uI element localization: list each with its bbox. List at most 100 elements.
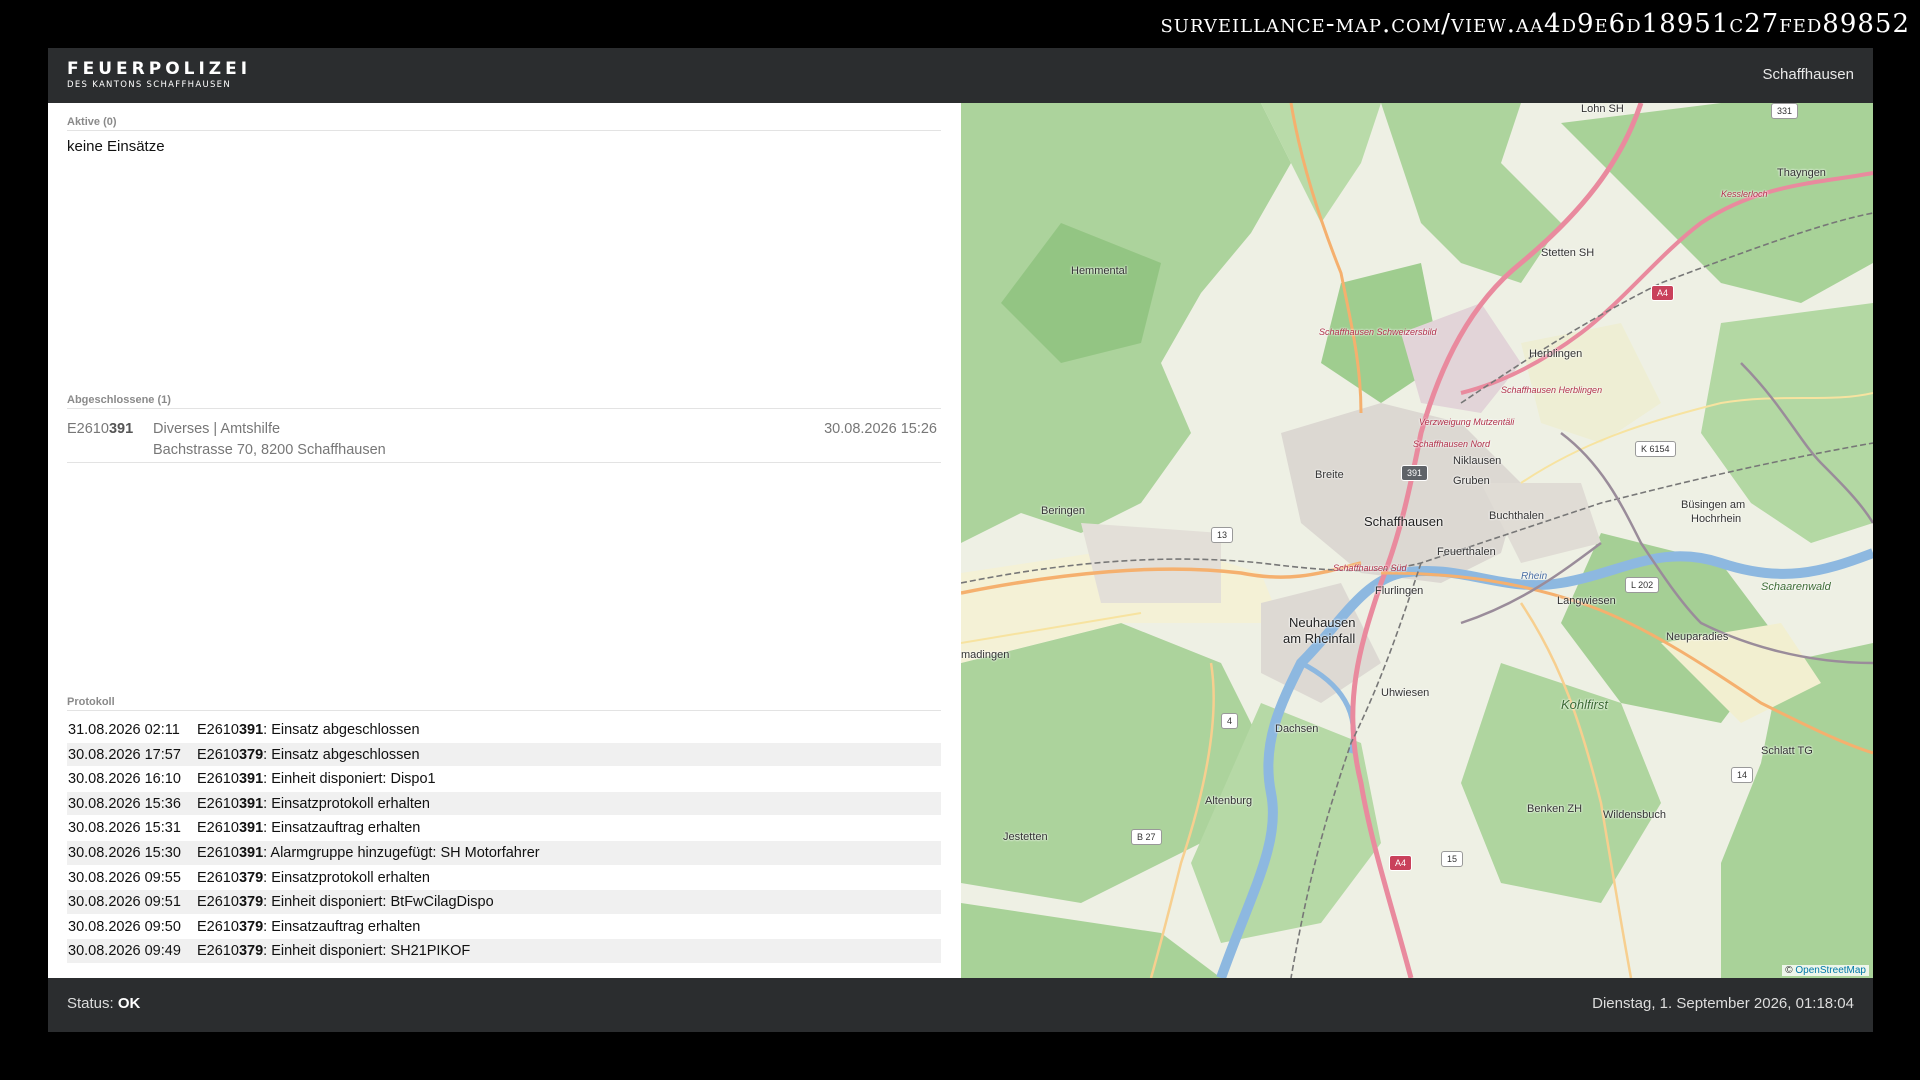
log-row[interactable]: 30.08.2026 09:50 E2610379: Einsatzauftrag… (67, 915, 941, 940)
log-time: 30.08.2026 15:31 (68, 820, 181, 837)
active-section-title: Aktive (0) (67, 116, 941, 131)
map-view[interactable]: Schaffhausen Herblingen Breite Niklausen… (961, 103, 1873, 978)
log-incident-id: E2610391 (197, 795, 264, 812)
incident-id: E2610391 (67, 421, 134, 437)
map-background (961, 103, 1873, 978)
log-text: : Einsatzprotokoll erhalten (263, 795, 430, 812)
log-time: 30.08.2026 17:57 (68, 746, 181, 763)
map-shield-13: 13 (1211, 527, 1234, 543)
closed-incident-item[interactable]: E2610391 Diverses | Amtshilfe Bachstrass… (67, 415, 941, 463)
map-label-lohn: Lohn SH (1581, 103, 1624, 115)
log-incident-id: E2610379 (197, 869, 264, 886)
map-label-flurlingen: Flurlingen (1375, 585, 1424, 597)
log-row[interactable]: 30.08.2026 16:10 E2610391: Einheit dispon… (67, 767, 941, 792)
status-label: Status: (67, 995, 118, 1012)
map-label-breite: Breite (1315, 469, 1344, 481)
map-label-uhwiesen: Uhwiesen (1381, 687, 1430, 699)
map-water-rhein: Rhein (1521, 571, 1548, 582)
log-time: 31.08.2026 02:11 (68, 722, 180, 738)
map-label-schaarenwald: Schaarenwald (1761, 581, 1831, 593)
log-text: : Alarmgruppe hinzugefügt: SH Motorfahre… (263, 844, 540, 861)
log-text: : Einsatzprotokoll erhalten (263, 869, 430, 886)
url-banner: surveillance-map.com/view.aa4d9e6d18951c… (1160, 9, 1910, 39)
log-incident-id: E2610391 (197, 844, 264, 861)
map-label-thayngen: Thayngen (1777, 167, 1826, 179)
map-label-buchthalen: Buchthalen (1489, 510, 1545, 522)
status-indicator: Status: OK (67, 995, 140, 1012)
map-label-neuparadies: Neuparadies (1666, 631, 1729, 643)
log-time: 30.08.2026 09:51 (68, 894, 181, 911)
log-text: : Einheit disponiert: BtFwCilagDispo (263, 894, 494, 911)
map-shield-b27: B 27 (1131, 829, 1162, 845)
log-incident-id: E2610379 (197, 918, 264, 935)
incident-address: Bachstrasse 70, 8200 Schaffhausen (153, 442, 386, 458)
map-attribution: © OpenStreetMap (1782, 965, 1869, 976)
log-text: : Einsatzauftrag erhalten (263, 820, 421, 837)
map-label-hemmental: Hemmental (1071, 265, 1128, 277)
footer-datetime: Dienstag, 1. September 2026, 01:18:04 (1592, 995, 1854, 1012)
map-road-sh-nord: Schaffhausen Nord (1413, 439, 1491, 449)
log-row[interactable]: 30.08.2026 09:51 E2610379: Einheit dispon… (67, 890, 941, 915)
log-row[interactable]: 30.08.2026 15:31 E2610391: Einsatzauftrag… (67, 816, 941, 841)
log-text: : Einheit disponiert: SH21PIKOF (263, 943, 471, 960)
log-incident-id: E2610391 (197, 820, 264, 837)
map-road-sh-schweizersbild: Schaffhausen Schweizersbild (1319, 327, 1437, 337)
map-shield-15: 15 (1441, 851, 1464, 867)
map-label-niklausen: Niklausen (1453, 455, 1502, 467)
logo-main-text: FEUERPOLIZEI (67, 59, 252, 79)
log-text: : Einsatz abgeschlossen (263, 746, 420, 763)
log-row[interactable]: 30.08.2026 17:57 E2610379: Einsatz abgesc… (67, 742, 941, 768)
log-text: : Einsatz abgeschlossen (263, 722, 420, 738)
map-label-madingen: madingen (961, 649, 1010, 661)
header: FEUERPOLIZEI DES KANTONS SCHAFFHAUSEN Sc… (48, 48, 1873, 103)
log-incident-id: E2610379 (197, 943, 264, 960)
map-label-jestetten: Jestetten (1003, 831, 1048, 843)
map-road-sh-sud: Schaffhausen Süd (1333, 563, 1407, 573)
log-time: 30.08.2026 09:49 (68, 943, 181, 960)
map-label-feuerthalen: Feuerthalen (1437, 546, 1496, 558)
log-incident-id: E2610391 (197, 771, 264, 788)
logo-sub-text: DES KANTONS SCHAFFHAUSEN (67, 80, 232, 90)
map-label-beringen: Beringen (1041, 505, 1086, 517)
footer: Status: OK Dienstag, 1. September 2026, … (48, 978, 1873, 1032)
log-incident-id: E2610391 (197, 722, 264, 738)
map-shield-a4-south: A4 (1389, 855, 1413, 871)
map-shield-4: 4 (1221, 713, 1239, 729)
log-row[interactable]: 30.08.2026 15:30 E2610391: Alarmgruppe hi… (67, 840, 941, 866)
log-text: : Einheit disponiert: Dispo1 (263, 771, 436, 788)
map-shield-a4: A4 (1651, 285, 1675, 301)
map-label-kohlfirst: Kohlfirst (1561, 697, 1608, 712)
incident-panel: Aktive (0) keine Einsätze Abgeschlossene… (48, 103, 961, 978)
incident-datetime: 30.08.2026 15:26 (824, 421, 937, 437)
log-time: 30.08.2026 15:36 (68, 795, 181, 812)
map-label-herblingen: Herblingen (1529, 348, 1583, 360)
map-road-sh-herblingen: Schaffhausen Herblingen (1501, 385, 1603, 395)
map-label-altenburg: Altenburg (1205, 795, 1253, 807)
incident-type: Diverses | Amtshilfe (153, 421, 281, 437)
map-shield-331: 331 (1771, 103, 1799, 119)
map-label-hochrhein: Hochrhein (1691, 513, 1742, 525)
log-list: 31.08.2026 02:11 E2610391: Einsatz abgesc… (67, 718, 941, 964)
map-label-schaffhausen: Schaffhausen (1364, 514, 1444, 529)
log-row[interactable]: 30.08.2026 09:49 E2610379: Einheit dispon… (67, 939, 941, 964)
log-section-title: Protokoll (67, 696, 941, 711)
map-label-dachsen: Dachsen (1275, 723, 1319, 735)
map-shield-k6154: K 6154 (1635, 441, 1676, 457)
status-value: OK (117, 995, 141, 1012)
app-window: FEUERPOLIZEI DES KANTONS SCHAFFHAUSEN Sc… (48, 48, 1873, 1032)
attribution-prefix: © (1785, 965, 1796, 976)
osm-attribution-link[interactable]: OpenStreetMap (1795, 965, 1866, 976)
map-label-am-rheinfall: am Rheinfall (1283, 631, 1356, 646)
log-time: 30.08.2026 09:50 (68, 918, 181, 935)
map-label-neuhausen: Neuhausen (1289, 615, 1356, 630)
active-empty-text: keine Einsätze (67, 138, 165, 155)
log-row[interactable]: 30.08.2026 15:36 E2610391: Einsatzprotoko… (67, 791, 941, 817)
log-incident-id: E2610379 (197, 746, 264, 763)
map-label-schlatt: Schlatt TG (1761, 745, 1813, 757)
log-row[interactable]: 31.08.2026 02:11 E2610391: Einsatz abgesc… (67, 718, 941, 743)
log-row[interactable]: 30.08.2026 09:55 E2610379: Einsatzprotoko… (67, 866, 941, 891)
map-shield-14: 14 (1731, 767, 1754, 783)
closed-section-title: Abgeschlossene (1) (67, 394, 941, 409)
log-time: 30.08.2026 16:10 (68, 771, 181, 788)
log-time: 30.08.2026 15:30 (68, 844, 181, 861)
